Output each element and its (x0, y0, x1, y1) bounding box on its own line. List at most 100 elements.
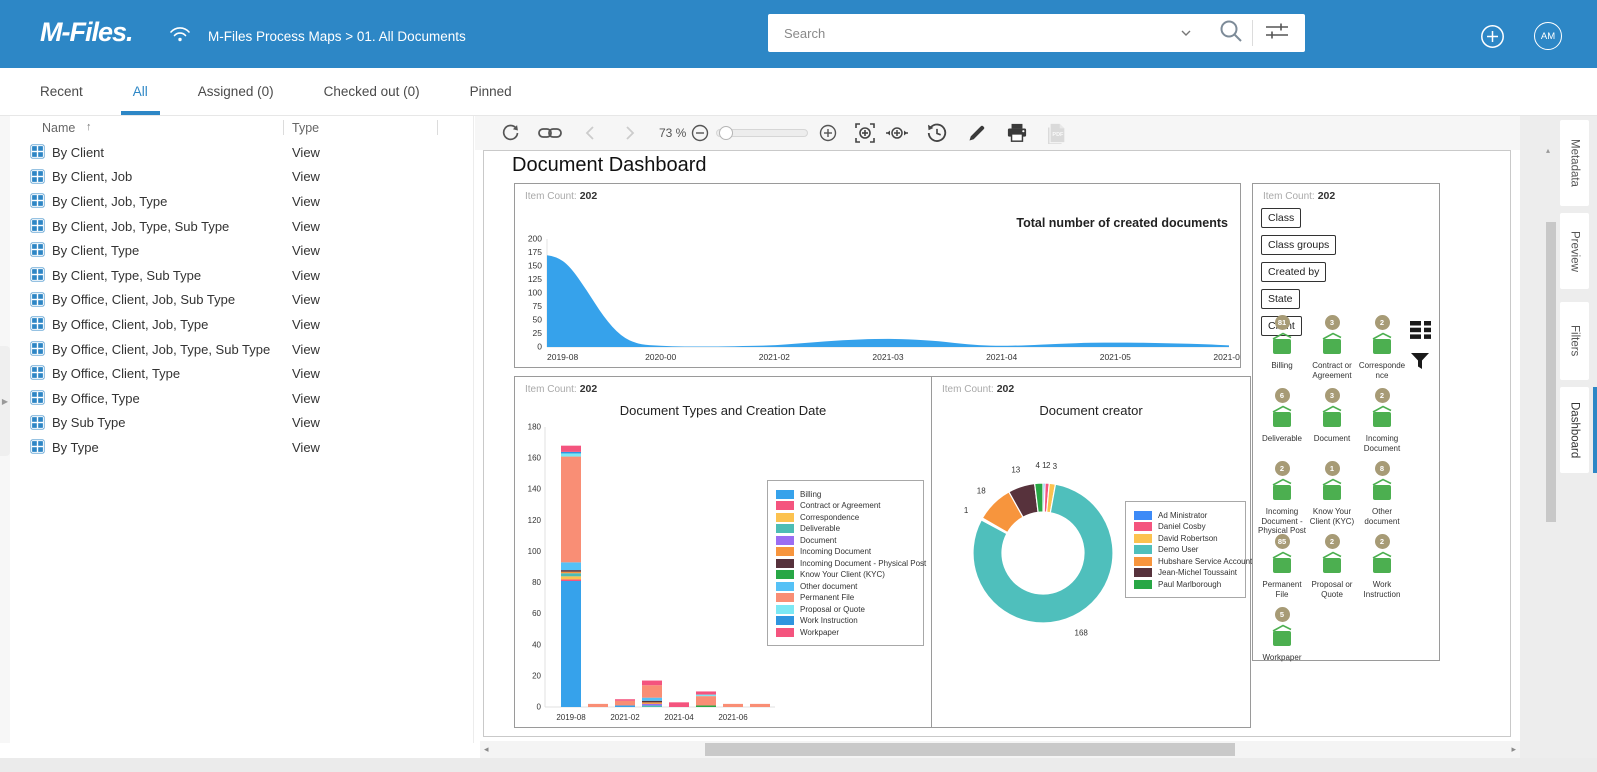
bar-segment[interactable] (561, 570, 581, 572)
zoom-slider[interactable] (716, 129, 808, 137)
create-new-icon[interactable] (1480, 24, 1505, 54)
bar-segment[interactable] (615, 699, 635, 701)
bar-segment[interactable] (750, 704, 770, 707)
bar-segment[interactable] (696, 696, 716, 705)
bar-segment[interactable] (669, 702, 689, 707)
bar-segment[interactable] (723, 704, 743, 707)
class-item-incoming-document[interactable]: 2Incoming Document (1357, 385, 1407, 458)
list-item[interactable]: By Office, Client, TypeView (10, 361, 473, 386)
bar-segment[interactable] (642, 705, 662, 707)
class-item-workpaper[interactable]: 5Workpaper (1257, 604, 1307, 677)
back-icon[interactable] (577, 120, 603, 146)
bar-segment[interactable] (561, 579, 581, 581)
bar-segment[interactable] (642, 701, 662, 703)
class-item-billing[interactable]: 81Billing (1257, 312, 1307, 385)
scroll-right-icon[interactable]: ▸ (1511, 744, 1516, 755)
list-item[interactable]: By Office, Client, Job, TypeView (10, 312, 473, 337)
list-item[interactable]: By Office, Client, Job, Type, Sub TypeVi… (10, 337, 473, 362)
copy-link-icon[interactable] (537, 120, 563, 146)
list-item[interactable]: By Office, Client, Job, Sub TypeView (10, 288, 473, 313)
list-item[interactable]: By Client, Type, Sub TypeView (10, 263, 473, 288)
edit-icon[interactable] (964, 120, 990, 146)
horizontal-scroll-thumb[interactable] (705, 743, 1235, 756)
fit-to-width-icon[interactable] (852, 120, 878, 146)
side-tab-filters[interactable]: Filters (1560, 302, 1589, 380)
list-item[interactable]: By Client, JobView (10, 165, 473, 190)
horizontal-scrollbar[interactable]: ◂ ▸ (480, 741, 1520, 758)
filter-funnel-icon[interactable] (1410, 352, 1430, 375)
refresh-icon[interactable] (497, 120, 523, 146)
zoom-in-icon[interactable] (818, 120, 838, 146)
list-item[interactable]: By Client, Job, Type, Sub TypeView (10, 214, 473, 239)
bar-segment[interactable] (561, 572, 581, 574)
filter-chip-state[interactable]: State (1261, 289, 1300, 309)
tab-assigned-0[interactable]: Assigned (0) (198, 68, 274, 115)
bar-segment[interactable] (561, 457, 581, 563)
class-item-proposal-or-quote[interactable]: 2Proposal or Quote (1307, 531, 1357, 604)
bar-segment[interactable] (696, 691, 716, 694)
list-item[interactable]: By Client, Job, TypeView (10, 189, 473, 214)
side-tab-preview[interactable]: Preview (1560, 213, 1589, 289)
filter-chip-class-groups[interactable]: Class groups (1261, 235, 1336, 255)
tab-pinned[interactable]: Pinned (470, 68, 512, 115)
zoom-slider-handle[interactable] (719, 126, 733, 140)
class-item-document[interactable]: 3Document (1307, 385, 1357, 458)
column-divider[interactable] (283, 120, 284, 135)
filter-chip-created-by[interactable]: Created by (1261, 262, 1326, 282)
bar-segment[interactable] (696, 695, 716, 697)
class-item-work-instruction[interactable]: 2Work Instruction (1357, 531, 1407, 604)
bar-segment[interactable] (561, 446, 581, 452)
bar-segment[interactable] (642, 685, 662, 697)
bar-segment[interactable] (642, 698, 662, 701)
tab-checked-out-0[interactable]: Checked out (0) (324, 68, 420, 115)
class-item-know-your-client-kyc[interactable]: 1Know Your Client (KYC) (1307, 458, 1357, 531)
class-item-permanent-file[interactable]: 85Permanent File (1257, 531, 1307, 604)
chevron-down-icon[interactable] (1180, 24, 1192, 42)
user-avatar[interactable]: AM (1534, 22, 1562, 50)
bar-segment[interactable] (561, 581, 581, 707)
class-item-contract-or-agreement[interactable]: 3Contract or Agreement (1307, 312, 1357, 385)
search-input[interactable] (768, 26, 1180, 41)
scroll-left-icon[interactable]: ◂ (484, 744, 489, 755)
bar-segment[interactable] (615, 705, 635, 707)
bar-segment[interactable] (615, 701, 635, 706)
class-item-deliverable[interactable]: 6Deliverable (1257, 385, 1307, 458)
sort-ascending-icon[interactable]: ↑ (86, 121, 92, 133)
class-item-correspondence[interactable]: 2Correspondence (1357, 312, 1407, 385)
bar-segment[interactable] (588, 704, 608, 707)
side-tab-metadata[interactable]: Metadata (1560, 120, 1589, 206)
tab-recent[interactable]: Recent (40, 68, 83, 115)
bar-segment[interactable] (561, 573, 581, 576)
bar-segment[interactable] (561, 562, 581, 570)
list-item[interactable]: By Office, TypeView (10, 386, 473, 411)
list-item[interactable]: By Sub TypeView (10, 411, 473, 436)
class-item-incoming-document-physical-post[interactable]: 2Incoming Document - Physical Post (1257, 458, 1307, 531)
fit-to-page-icon[interactable] (884, 120, 910, 146)
side-tab-dashboard[interactable]: Dashboard (1560, 387, 1589, 473)
list-item[interactable]: By TypeView (10, 435, 473, 460)
vertical-scroll-thumb[interactable] (1546, 222, 1556, 522)
column-header-name[interactable]: Name (42, 121, 75, 135)
list-item[interactable]: By ClientView (10, 140, 473, 165)
forward-icon[interactable] (617, 120, 643, 146)
column-divider[interactable] (437, 120, 438, 135)
column-header-type[interactable]: Type (292, 121, 319, 135)
list-item[interactable]: By Client, TypeView (10, 238, 473, 263)
bar-segment[interactable] (642, 704, 662, 706)
zoom-out-icon[interactable] (690, 120, 710, 146)
search-filters-icon[interactable] (1263, 20, 1291, 47)
bar-segment[interactable] (696, 705, 716, 707)
bar-segment[interactable] (642, 681, 662, 686)
bar-segment[interactable] (642, 702, 662, 704)
export-pdf-icon[interactable]: PDF (1044, 120, 1070, 146)
search-icon[interactable] (1218, 18, 1244, 49)
scroll-up-icon[interactable]: ▴ (1546, 146, 1550, 155)
class-item-other-document[interactable]: 8Other document (1357, 458, 1407, 531)
bar-segment[interactable] (561, 576, 581, 579)
filter-chip-class[interactable]: Class (1261, 208, 1301, 228)
breadcrumb[interactable]: M-Files Process Maps > 01. All Documents (208, 29, 466, 44)
print-icon[interactable] (1004, 120, 1030, 146)
history-icon[interactable] (924, 120, 950, 146)
bar-segment[interactable] (561, 452, 581, 454)
tab-all[interactable]: All (133, 68, 148, 115)
